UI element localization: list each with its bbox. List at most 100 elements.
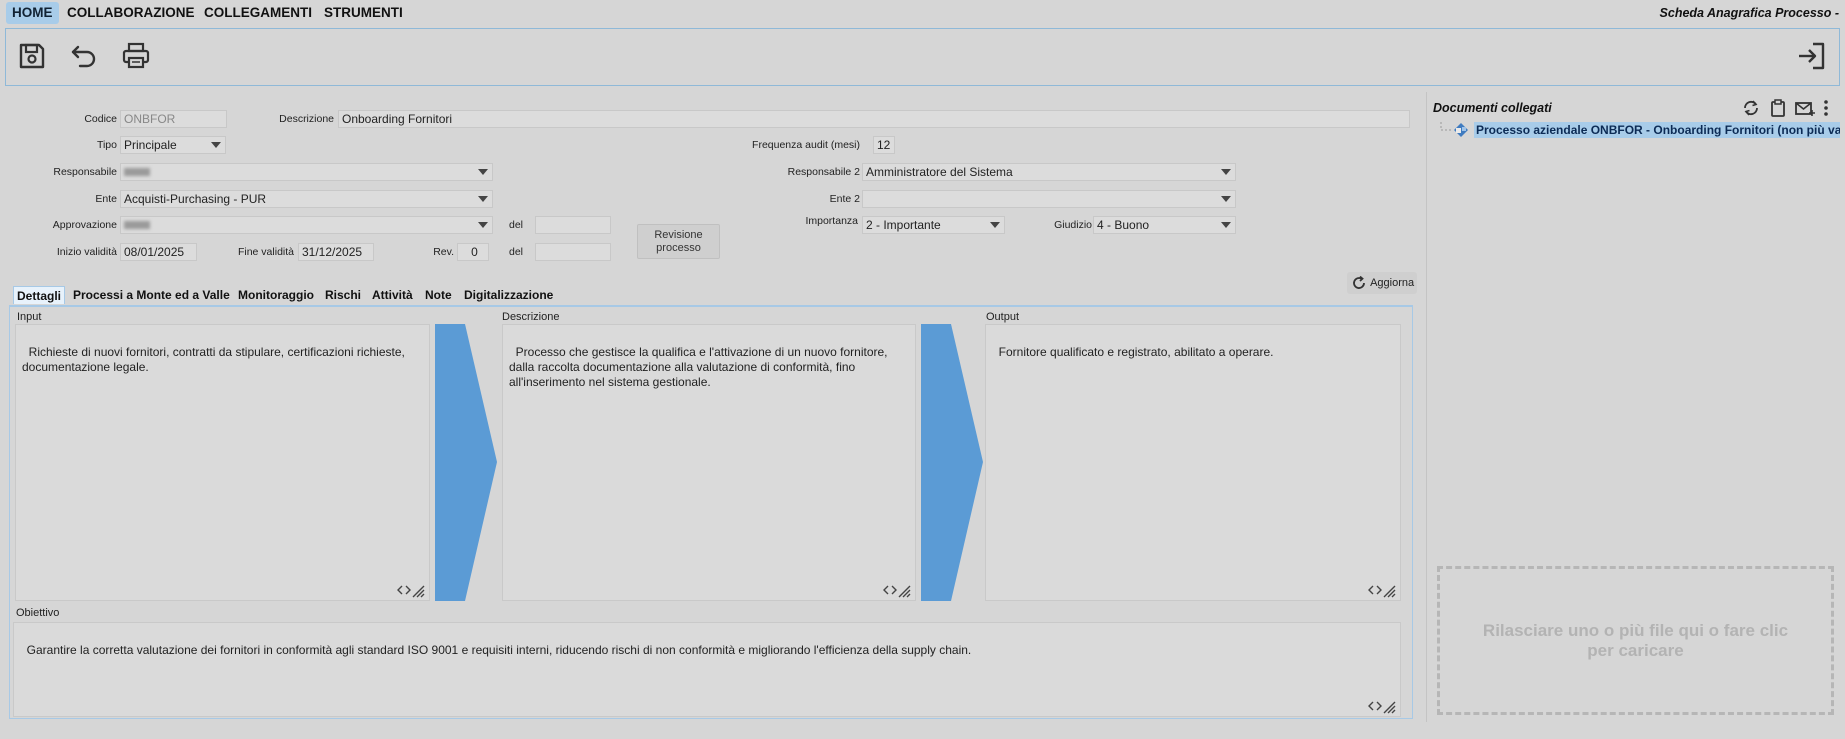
fine-field[interactable]: 31/12/2025 xyxy=(298,243,374,261)
print-button[interactable] xyxy=(119,39,153,73)
tipo-label: Tipo xyxy=(96,139,117,151)
descrizione-area-label: Descrizione xyxy=(502,311,560,323)
more-vertical-icon xyxy=(1824,100,1828,116)
undo-button[interactable] xyxy=(67,39,101,73)
tab-note[interactable]: Note xyxy=(422,286,455,304)
tab-processi-monte-valle[interactable]: Processi a Monte ed a Valle xyxy=(70,286,233,304)
ente-label: Ente xyxy=(95,193,117,205)
resize-handle-icon[interactable] xyxy=(883,582,911,598)
approvazione-del-field[interactable] xyxy=(535,216,611,234)
print-icon xyxy=(122,42,150,69)
approvazione-select[interactable] xyxy=(120,216,493,234)
email-add-icon xyxy=(1795,102,1815,116)
giudizio-label: Giudizio xyxy=(1054,219,1092,231)
descrizione-textarea[interactable]: Processo che gestisce la qualifica e l'a… xyxy=(502,324,916,601)
clipboard-button[interactable] xyxy=(1768,98,1788,118)
menu-collaborazione[interactable]: COLLABORAZIONE xyxy=(61,2,201,24)
obiettivo-text: Garantire la corretta valutazione dei fo… xyxy=(26,643,972,657)
save-button[interactable] xyxy=(15,39,49,73)
tab-monitoraggio[interactable]: Monitoraggio xyxy=(235,286,317,304)
approvazione-del-label: del xyxy=(509,219,524,231)
refresh-button[interactable]: Aggiorna xyxy=(1347,272,1417,294)
importanza-value: 2 - Importante xyxy=(866,218,941,232)
approvazione-label: Approvazione xyxy=(52,219,117,231)
email-add-button[interactable] xyxy=(1795,98,1815,118)
refresh-label: Aggiorna xyxy=(1370,277,1415,290)
frequenza-label: Frequenza audit (mesi) xyxy=(752,139,860,151)
chevron-down-icon xyxy=(474,191,492,207)
codice-field[interactable]: ONBFOR xyxy=(120,110,227,128)
importanza-label: Importanza xyxy=(805,215,858,227)
chevron-down-icon xyxy=(1217,191,1235,207)
menu-strumenti[interactable]: STRUMENTI xyxy=(318,2,409,24)
rev-field[interactable]: 0 xyxy=(457,243,489,261)
refresh-icon xyxy=(1353,275,1365,289)
rev-del-field[interactable] xyxy=(535,243,611,261)
responsabile-label: Responsabile xyxy=(53,166,117,178)
dropzone-text: Rilasciare uno o più file qui o fare cli… xyxy=(1482,620,1789,660)
ente2-label: Ente 2 xyxy=(829,193,860,205)
save-icon xyxy=(19,43,45,69)
fine-label: Fine validità xyxy=(237,246,294,258)
chevron-down-icon xyxy=(1217,164,1235,180)
chevron-arrow-icon xyxy=(921,324,983,601)
descrizione-field[interactable]: Onboarding Fornitori xyxy=(338,110,1410,128)
sync-icon xyxy=(1744,100,1758,116)
responsabile-value-blurred xyxy=(124,168,150,176)
ente2-select[interactable] xyxy=(862,190,1236,208)
chevron-down-icon xyxy=(986,217,1004,233)
tree-connector-icon xyxy=(1440,122,1451,131)
output-text: Fornitore qualificato e registrato, abil… xyxy=(998,345,1274,359)
more-options-button[interactable] xyxy=(1820,98,1832,118)
importanza-select[interactable]: 2 - Importante xyxy=(862,216,1005,234)
ente-select[interactable]: Acquisti-Purchasing - PUR xyxy=(120,190,493,208)
responsabile2-label: Responsabile 2 xyxy=(787,166,860,178)
exit-button[interactable] xyxy=(1794,39,1828,73)
tab-attivita[interactable]: Attività xyxy=(369,286,416,304)
chevron-down-icon xyxy=(474,164,492,180)
exit-icon xyxy=(1799,42,1825,70)
document-item-label: Processo aziendale ONBFOR - Onboarding F… xyxy=(1474,122,1840,138)
input-text: Richieste di nuovi fornitori, contratti … xyxy=(22,345,405,374)
toolbar xyxy=(5,28,1840,86)
tipo-select[interactable]: Principale xyxy=(120,136,226,154)
sync-button[interactable] xyxy=(1741,98,1761,118)
frequenza-field[interactable]: 12 xyxy=(873,136,895,154)
output-textarea[interactable]: Fornitore qualificato e registrato, abil… xyxy=(985,324,1401,601)
ente-value: Acquisti-Purchasing - PUR xyxy=(124,192,267,206)
rev-label: Rev. xyxy=(433,246,454,258)
inizio-field[interactable]: 08/01/2025 xyxy=(120,243,197,261)
obiettivo-label: Obiettivo xyxy=(16,607,60,619)
tab-rischi[interactable]: Rischi xyxy=(322,286,364,304)
codice-label: Codice xyxy=(84,113,117,125)
tab-dettagli[interactable]: Dettagli xyxy=(13,286,66,304)
window-title: Scheda Anagrafica Processo - xyxy=(1659,6,1839,20)
menu-home[interactable]: HOME xyxy=(6,2,59,24)
descrizione-label: Descrizione xyxy=(279,113,334,125)
tipo-value: Principale xyxy=(124,138,177,152)
responsabile-select[interactable] xyxy=(120,163,493,181)
undo-icon xyxy=(71,45,96,68)
giudizio-value: 4 - Buono xyxy=(1097,218,1150,232)
revisione-processo-button[interactable]: Revisione processo xyxy=(637,224,720,259)
giudizio-select[interactable]: 4 - Buono xyxy=(1093,216,1236,234)
resize-handle-icon[interactable] xyxy=(397,582,425,598)
process-diagram-icon xyxy=(1454,123,1468,137)
descrizione-text: Processo che gestisce la qualifica e l'a… xyxy=(509,345,888,389)
chevron-arrow-icon xyxy=(435,324,497,601)
obiettivo-textarea[interactable]: Garantire la corretta valutazione dei fo… xyxy=(13,622,1401,717)
responsabile2-value: Amministratore del Sistema xyxy=(866,165,1013,179)
documents-title: Documenti collegati xyxy=(1433,101,1552,115)
chevron-down-icon xyxy=(474,217,492,233)
clipboard-icon xyxy=(1771,99,1785,117)
input-label: Input xyxy=(17,311,42,323)
input-textarea[interactable]: Richieste di nuovi fornitori, contratti … xyxy=(15,324,430,601)
menu-bar: HOME COLLABORAZIONE COLLEGAMENTI STRUMEN… xyxy=(0,0,1845,26)
resize-handle-icon[interactable] xyxy=(1368,582,1396,598)
file-dropzone[interactable]: Rilasciare uno o più file qui o fare cli… xyxy=(1437,566,1834,715)
tab-digitalizzazione[interactable]: Digitalizzazione xyxy=(461,286,556,304)
resize-handle-icon[interactable] xyxy=(1368,698,1396,714)
chevron-down-icon xyxy=(207,137,225,153)
responsabile2-select[interactable]: Amministratore del Sistema xyxy=(862,163,1236,181)
menu-collegamenti[interactable]: COLLEGAMENTI xyxy=(198,2,318,24)
